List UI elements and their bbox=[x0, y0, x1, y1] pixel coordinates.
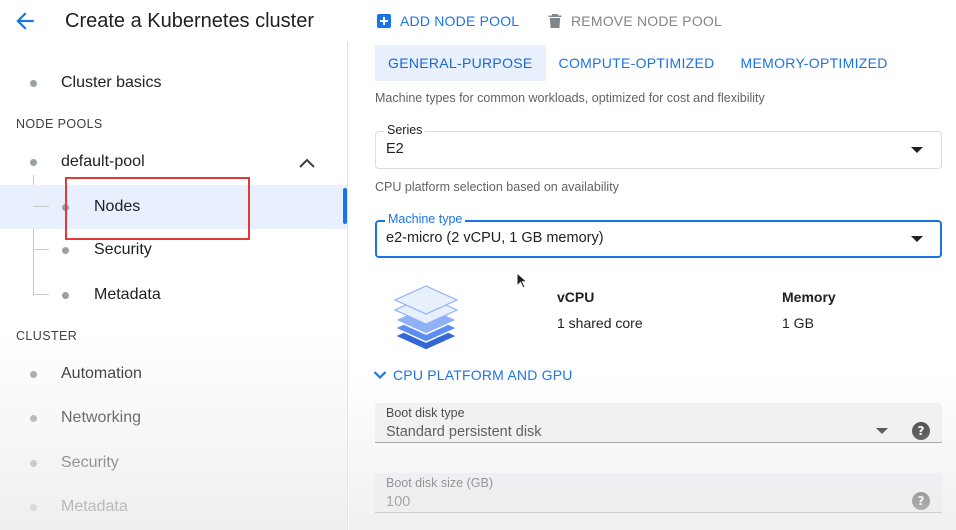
add-node-pool-label: ADD NODE POOL bbox=[400, 13, 520, 29]
top-bar: Create a Kubernetes cluster ADD NODE POO… bbox=[0, 0, 956, 42]
nav-item-cluster-basics[interactable]: Cluster basics bbox=[0, 70, 347, 96]
bullet-icon bbox=[62, 246, 69, 254]
nav-section-node-pools: NODE POOLS bbox=[16, 117, 103, 131]
bullet-icon bbox=[62, 203, 69, 211]
machine-stack-icon bbox=[393, 285, 459, 351]
nav-item-cluster-metadata[interactable]: Metadata bbox=[0, 494, 347, 520]
bullet-icon bbox=[30, 414, 37, 422]
help-icon[interactable]: ? bbox=[912, 422, 930, 440]
machine-type-value: e2-micro (2 vCPU, 1 GB memory) bbox=[386, 230, 604, 246]
boot-disk-type-value: Standard persistent disk bbox=[386, 424, 542, 440]
boot-disk-type-label: Boot disk type bbox=[386, 406, 465, 420]
remove-node-pool-button[interactable]: REMOVE NODE POOL bbox=[547, 11, 722, 31]
remove-node-pool-label: REMOVE NODE POOL bbox=[571, 13, 723, 29]
nav-item-default-pool[interactable]: default-pool bbox=[0, 149, 347, 175]
machine-family-tabs: GENERAL-PURPOSE COMPUTE-OPTIMIZED MEMORY… bbox=[375, 45, 901, 81]
tree-branch bbox=[33, 249, 49, 250]
nav-item-nodes[interactable]: Nodes bbox=[0, 185, 347, 229]
help-icon[interactable]: ? bbox=[912, 492, 930, 510]
tree-branch bbox=[33, 206, 49, 207]
nav-label: Networking bbox=[61, 409, 142, 426]
nav-label: Metadata bbox=[61, 498, 128, 515]
nav-label: Nodes bbox=[94, 198, 141, 215]
vcpu-value: 1 shared core bbox=[557, 315, 643, 331]
back-arrow-icon[interactable] bbox=[12, 8, 38, 34]
nav-label: default-pool bbox=[61, 153, 145, 170]
boot-disk-type-select[interactable]: Boot disk type Standard persistent disk … bbox=[375, 403, 942, 443]
nav-item-networking[interactable]: Networking bbox=[0, 405, 347, 431]
bullet-icon bbox=[30, 503, 37, 511]
dropdown-arrow-icon bbox=[911, 236, 923, 242]
page-title: Create a Kubernetes cluster bbox=[65, 10, 315, 32]
memory-heading: Memory bbox=[782, 289, 836, 305]
chevron-down-icon bbox=[373, 371, 387, 380]
cpu-platform-gpu-label: CPU PLATFORM AND GPU bbox=[393, 367, 573, 383]
nav-section-cluster: CLUSTER bbox=[16, 329, 78, 343]
vcpu-heading: vCPU bbox=[557, 289, 595, 305]
nav-label: Automation bbox=[61, 365, 142, 382]
series-select[interactable]: Series E2 bbox=[375, 123, 942, 169]
series-label: Series bbox=[384, 123, 426, 137]
series-helper-text: CPU platform selection based on availabi… bbox=[375, 180, 619, 194]
left-navigation: Cluster basics NODE POOLS default-pool N… bbox=[0, 42, 348, 530]
bullet-icon bbox=[62, 291, 69, 299]
nav-item-pool-metadata[interactable]: Metadata bbox=[0, 282, 347, 308]
add-node-pool-button[interactable]: ADD NODE POOL bbox=[376, 11, 519, 31]
dropdown-arrow-icon bbox=[876, 428, 888, 434]
boot-disk-size-value: 100 bbox=[386, 494, 411, 510]
nav-label: Security bbox=[61, 454, 119, 471]
tab-general-purpose[interactable]: GENERAL-PURPOSE bbox=[375, 45, 546, 81]
chevron-up-icon[interactable] bbox=[298, 156, 316, 170]
nav-label: Security bbox=[94, 241, 152, 258]
nav-label: Cluster basics bbox=[61, 74, 162, 91]
nav-item-pool-security[interactable]: Security bbox=[0, 237, 347, 263]
nav-label: Metadata bbox=[94, 286, 161, 303]
bullet-icon bbox=[30, 459, 37, 467]
add-box-icon bbox=[376, 13, 392, 29]
bullet-icon bbox=[30, 370, 37, 378]
nav-item-cluster-security[interactable]: Security bbox=[0, 450, 347, 476]
boot-disk-size-input[interactable]: Boot disk size (GB) 100 ? bbox=[375, 473, 942, 513]
bullet-icon bbox=[30, 158, 37, 166]
machine-type-label: Machine type bbox=[385, 212, 466, 226]
tree-branch bbox=[33, 294, 49, 295]
trash-icon bbox=[547, 13, 563, 29]
machine-config-panel: GENERAL-PURPOSE COMPUTE-OPTIMIZED MEMORY… bbox=[349, 42, 956, 530]
machine-type-select[interactable]: Machine type e2-micro (2 vCPU, 1 GB memo… bbox=[375, 212, 942, 258]
memory-value: 1 GB bbox=[782, 315, 814, 331]
series-value: E2 bbox=[386, 141, 404, 157]
selected-indicator bbox=[343, 188, 347, 224]
nav-item-automation[interactable]: Automation bbox=[0, 361, 347, 387]
cpu-platform-gpu-toggle[interactable]: CPU PLATFORM AND GPU bbox=[373, 367, 573, 383]
tab-description: Machine types for common workloads, opti… bbox=[375, 91, 765, 105]
boot-disk-size-label: Boot disk size (GB) bbox=[386, 476, 493, 490]
tab-compute-optimized[interactable]: COMPUTE-OPTIMIZED bbox=[546, 45, 728, 81]
bullet-icon bbox=[30, 79, 37, 87]
tab-memory-optimized[interactable]: MEMORY-OPTIMIZED bbox=[728, 45, 901, 81]
dropdown-arrow-icon bbox=[911, 147, 923, 153]
